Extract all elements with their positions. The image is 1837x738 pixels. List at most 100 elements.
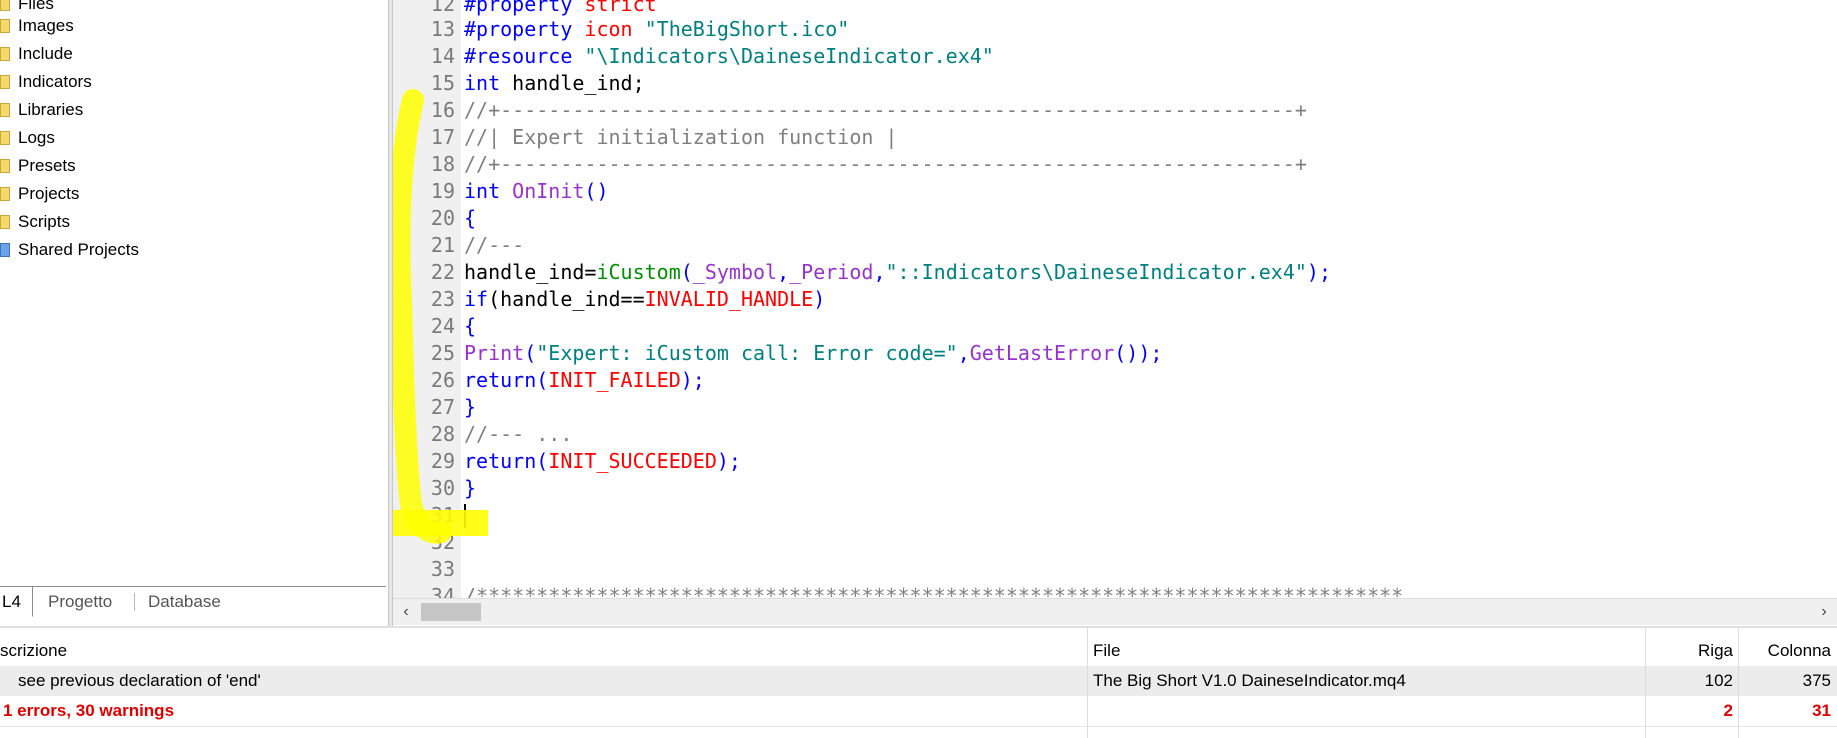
- line-number: 16: [430, 98, 455, 122]
- tree-item-presets[interactable]: Presets: [0, 154, 76, 178]
- folder-icon: [0, 103, 10, 117]
- navigator-panel: Files Images Include Indicators Librarie…: [0, 0, 390, 586]
- line-number: 19: [430, 179, 455, 203]
- tree-item-shared-projects[interactable]: Shared Projects: [0, 238, 139, 262]
- code-line: //---: [464, 233, 525, 257]
- constant-token: _Symbol: [692, 260, 778, 284]
- column-header-line[interactable]: Riga: [1643, 636, 1733, 666]
- tree-item-label: Include: [18, 44, 73, 63]
- code-line: int handle_ind;: [464, 70, 645, 97]
- line-number-gutter: 12 13 14 15 16 17 18 19 20 21 22 23 24 2…: [393, 0, 461, 600]
- tree-item-label: Indicators: [18, 72, 92, 91]
- code-line: return(INIT_FAILED);: [464, 367, 705, 394]
- folder-icon: [0, 215, 10, 229]
- error-line: 102: [1704, 671, 1733, 690]
- code-token: strict: [572, 0, 657, 16]
- code-line: }: [464, 476, 477, 500]
- code-token: ());: [1114, 341, 1163, 365]
- code-line: return(INIT_SUCCEEDED);: [464, 448, 741, 475]
- tree-item-projects[interactable]: Projects: [0, 182, 79, 206]
- tab-label: Database: [148, 591, 221, 611]
- tree-item-libraries[interactable]: Libraries: [0, 98, 83, 122]
- folder-icon: [0, 0, 10, 11]
- tab-progetto[interactable]: Progetto: [48, 587, 112, 616]
- function-token: Print: [464, 341, 525, 365]
- keyword-token: if: [464, 287, 489, 311]
- code-token: );: [1306, 260, 1332, 284]
- navigator-tabs: L4 Progetto Database: [0, 586, 386, 617]
- error-row[interactable]: see previous declaration of 'end' The Bi…: [0, 666, 1837, 696]
- tree-item-label: Projects: [18, 184, 80, 203]
- scrollbar-thumb[interactable]: [421, 603, 481, 621]
- preprocessor-token: #property: [464, 0, 573, 16]
- code-token: );: [716, 449, 741, 473]
- line-number: 29: [430, 449, 455, 473]
- code-token: );: [680, 368, 705, 392]
- string-token: "::Indicators\DaineseIndicator.ex4": [885, 260, 1307, 284]
- code-token: handle_ind=: [464, 260, 597, 284]
- folder-icon: [0, 19, 10, 33]
- code-line: }: [464, 395, 477, 419]
- function-token: OnInit: [512, 179, 585, 203]
- folder-icon: [0, 47, 10, 61]
- line-number: 21: [430, 233, 455, 257]
- summary-column: 31: [1812, 701, 1831, 720]
- tab-l4[interactable]: L4: [0, 587, 33, 617]
- line-number: 22: [430, 260, 455, 284]
- line-number: 25: [430, 341, 455, 365]
- error-summary-row[interactable]: 1 errors, 30 warnings 2 31: [0, 696, 1837, 727]
- horizontal-scrollbar[interactable]: ‹ ›: [393, 598, 1837, 625]
- tab-label: L4: [2, 591, 21, 611]
- code-token: ,: [957, 341, 970, 365]
- text-caret: [464, 504, 466, 528]
- column-header-description[interactable]: scrizione: [0, 636, 67, 666]
- tree-item-label: Shared Projects: [18, 240, 139, 259]
- line-number: 28: [430, 422, 455, 446]
- summary-line: 2: [1723, 701, 1733, 720]
- folder-icon: [0, 75, 10, 89]
- scroll-right-icon[interactable]: ›: [1813, 601, 1835, 623]
- line-number: 23: [430, 287, 455, 311]
- code-token: ,: [873, 260, 886, 284]
- keyword-token: int: [464, 179, 501, 203]
- code-line: if(handle_ind==INVALID_HANDLE): [464, 286, 825, 313]
- tree-item-label: Images: [18, 16, 74, 35]
- tree-item-label: Scripts: [18, 212, 70, 231]
- preprocessor-token: #resource: [464, 44, 573, 68]
- code-line: int OnInit(): [464, 178, 609, 205]
- tree-item-indicators[interactable]: Indicators: [0, 70, 92, 94]
- line-number: 33: [430, 557, 455, 581]
- tree-item-include[interactable]: Include: [0, 42, 73, 66]
- constant-token: INIT_FAILED: [548, 368, 681, 392]
- tree-item-logs[interactable]: Logs: [0, 126, 55, 150]
- line-number: 14: [430, 44, 455, 68]
- code-token: (): [584, 179, 609, 203]
- string-token: "TheBigShort.ico": [644, 17, 850, 41]
- code-line: //+-------------------------------------…: [464, 98, 1307, 122]
- tree-item-label: Logs: [18, 128, 55, 147]
- constant-token: _Period: [789, 260, 874, 284]
- tree-item-images[interactable]: Images: [0, 14, 74, 38]
- code-line: //--- ...: [464, 422, 573, 446]
- folder-icon: [0, 159, 10, 173]
- code-line: {: [464, 314, 477, 338]
- column-header-file[interactable]: File: [1093, 636, 1120, 666]
- scroll-left-icon[interactable]: ‹: [395, 601, 417, 623]
- tab-database[interactable]: Database: [148, 587, 221, 616]
- code-token: handle_ind;: [500, 71, 645, 95]
- code-token: icon: [572, 17, 645, 41]
- tree-item-label: Presets: [18, 156, 76, 175]
- error-description: see previous declaration of 'end': [18, 671, 261, 690]
- line-number: 20: [430, 206, 455, 230]
- line-number: 27: [430, 395, 455, 419]
- line-number: 26: [430, 368, 455, 392]
- line-number: 18: [430, 152, 455, 176]
- code-token: (: [536, 449, 549, 473]
- code-token: ,: [777, 260, 790, 284]
- tree-item-scripts[interactable]: Scripts: [0, 210, 70, 234]
- line-number: 13: [430, 17, 455, 41]
- code-token: (: [536, 368, 549, 392]
- column-header-column[interactable]: Colonna: [1745, 636, 1831, 666]
- code-editor[interactable]: 12 13 14 15 16 17 18 19 20 21 22 23 24 2…: [393, 0, 1837, 600]
